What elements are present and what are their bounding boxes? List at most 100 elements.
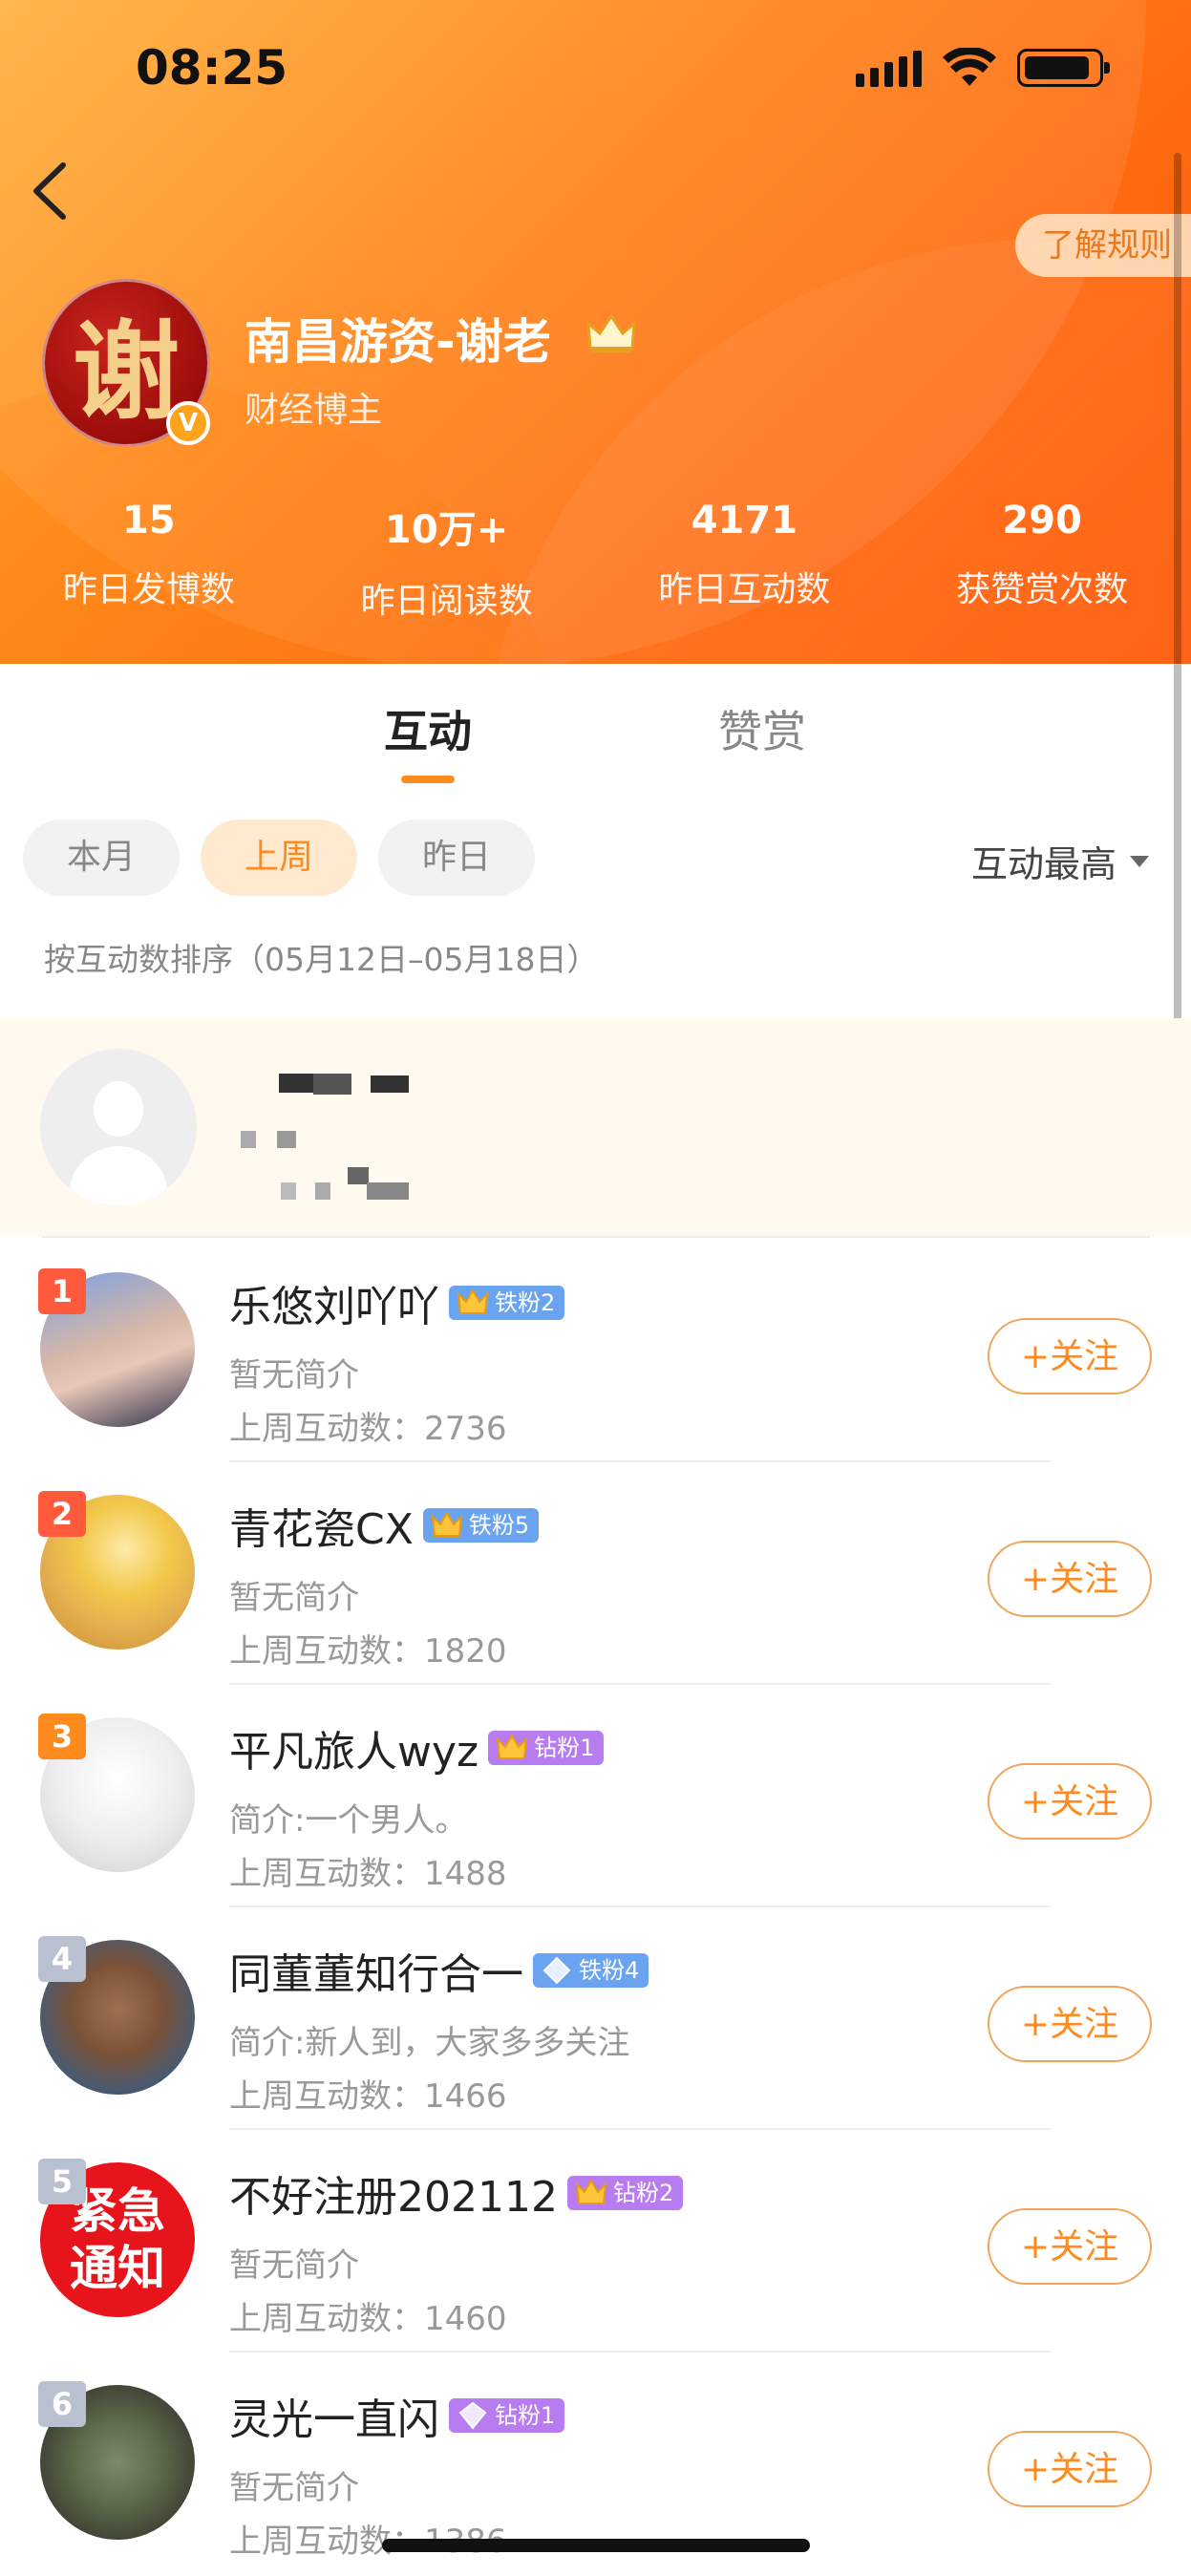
list-item[interactable]: 紧急通知 5 不好注册202112 钻粉2 暂无简介 上周互动数：1460 +关… [0,2132,1191,2353]
interaction-count: 上周互动数：1460 [229,2292,507,2339]
divider [229,1905,1051,1907]
rules-button[interactable]: 了解规则 [1015,214,1191,277]
rank-badge: 6 [38,2381,86,2427]
diamond-icon [458,2401,487,2430]
tab-interaction[interactable]: 互动 [384,697,472,760]
divider [229,1460,1051,1462]
profile-header: 08:25 了解规则 谢 V 南昌游资-谢老 财经博主 15 昨日发博数 10万… [0,0,1191,664]
user-name[interactable]: 乐悠刘吖吖 [229,1272,439,1333]
list-item[interactable]: 4 同董董知行合一 铁粉4 简介:新人到，大家多多关注 上周互动数：1466 +… [0,1909,1191,2131]
rank-badge: 5 [38,2159,86,2204]
user-subtitle: 财经博主 [245,391,383,430]
home-indicator[interactable] [382,2539,810,2552]
user-name[interactable]: 不好注册202112 [229,2162,558,2224]
crown-icon [586,313,636,352]
stats-bar: 15 昨日发博数 10万+ 昨日阅读数 4171 昨日互动数 290 获赞赏次数 [0,499,1191,623]
sort-note: 按互动数排序（05月12日–05月18日） [44,941,599,978]
stat-value: 10万+ [385,508,509,552]
stat-value: 290 [1002,499,1082,543]
scrollbar[interactable] [1174,153,1181,1108]
status-time: 08:25 [136,40,288,96]
sort-label: 互动最高 [970,843,1117,885]
crown-icon [575,2179,607,2204]
back-button[interactable] [23,158,80,224]
user-bio: 暂无简介 [229,1579,359,1617]
interaction-count: 上周互动数：1488 [229,1847,507,1894]
interaction-count: 上周互动数：1466 [229,2070,507,2117]
fan-badge: 铁粉5 [422,1508,540,1543]
fan-badge: 铁粉2 [449,1286,565,1320]
stat-item: 15 昨日发博数 [0,499,298,623]
fan-badge-label: 钻粉2 [612,2180,674,2206]
crown-icon [457,1288,489,1314]
stat-item: 290 获赞赏次数 [893,499,1191,623]
stat-value: 4171 [691,499,798,543]
divider [229,2351,1051,2352]
divider [42,1236,1150,1238]
divider [229,2128,1051,2130]
name-line: 不好注册202112 钻粉2 [229,2162,684,2224]
interaction-count: 上周互动数：2736 [229,1402,507,1449]
follow-button[interactable]: +关注 [988,2208,1152,2285]
tab-reward[interactable]: 赞赏 [718,697,806,760]
count-value: 1460 [424,2300,507,2338]
fan-badge-label: 钻粉1 [534,1735,595,1761]
user-bio: 简介:新人到，大家多多关注 [229,2024,630,2062]
list-item[interactable]: 3 平凡旅人wyz 钻粉1 简介:一个男人。 上周互动数：1488 +关注 [0,1687,1191,1908]
tab-active-indicator [401,776,455,783]
count-label: 上周互动数： [229,1632,424,1671]
rank-badge: 2 [38,1491,86,1537]
user-bio: 暂无简介 [229,2469,359,2507]
filter-yesterday[interactable]: 昨日 [378,820,535,896]
list-item[interactable]: 1 乐悠刘吖吖 铁粉2 暂无简介 上周互动数：2736 +关注 [0,1242,1191,1463]
count-label: 上周互动数： [229,2077,424,2116]
user-bio: 暂无简介 [229,2246,359,2285]
count-value: 1820 [424,1632,507,1671]
crown-icon [431,1511,463,1537]
wifi-icon [943,48,996,86]
name-line: 灵光一直闪 钻粉1 [229,2385,565,2446]
count-value: 1466 [424,2077,507,2116]
follow-button[interactable]: +关注 [988,2431,1152,2507]
tab-bar: 互动 赞赏 [0,697,1191,802]
verified-badge-icon: V [166,401,210,445]
stat-label: 昨日互动数 [658,570,831,609]
default-avatar-icon [40,1049,197,1205]
caret-down-icon [1130,855,1149,867]
sort-dropdown[interactable]: 互动最高 [971,835,1149,887]
follow-button[interactable]: +关注 [988,1318,1152,1394]
fan-badge: 钻粉1 [449,2398,565,2433]
stat-label: 昨日阅读数 [360,582,533,621]
cellular-signal-icon [856,49,922,87]
crown-icon [496,1734,528,1759]
fan-badge: 钻粉1 [488,1731,605,1765]
stat-item: 10万+ 昨日阅读数 [298,499,596,623]
follow-button[interactable]: +关注 [988,1986,1152,2062]
user-name[interactable]: 灵光一直闪 [229,2385,439,2446]
stat-label: 获赞赏次数 [956,570,1129,609]
battery-icon [1017,49,1110,87]
follow-button[interactable]: +关注 [988,1763,1152,1840]
diamond-icon [542,1956,571,1985]
follow-button[interactable]: +关注 [988,1541,1152,1617]
current-user-row [0,1018,1191,1236]
fan-badge: 钻粉2 [566,2176,684,2210]
user-bio: 暂无简介 [229,1356,359,1394]
count-label: 上周互动数： [229,1855,424,1893]
status-icons [856,48,1110,88]
filter-month[interactable]: 本月 [23,820,180,896]
user-name[interactable]: 青花瓷CX [229,1495,414,1556]
rank-badge: 4 [38,1936,86,1982]
stat-label: 昨日发博数 [62,570,235,609]
name-line: 同董董知行合一 铁粉4 [229,1940,649,2001]
filter-last-week[interactable]: 上周 [201,820,357,896]
list-item[interactable]: 2 青花瓷CX 铁粉5 暂无简介 上周互动数：1820 +关注 [0,1464,1191,1686]
stat-value: 15 [122,499,176,543]
fan-badge: 铁粉4 [533,1953,649,1988]
user-name: 南昌游资-谢老 [245,314,551,370]
count-value: 2736 [424,1410,507,1448]
count-value: 1488 [424,1855,507,1893]
user-name[interactable]: 同董董知行合一 [229,1940,523,2001]
stat-item: 4171 昨日互动数 [596,499,894,623]
user-name[interactable]: 平凡旅人wyz [229,1717,479,1778]
